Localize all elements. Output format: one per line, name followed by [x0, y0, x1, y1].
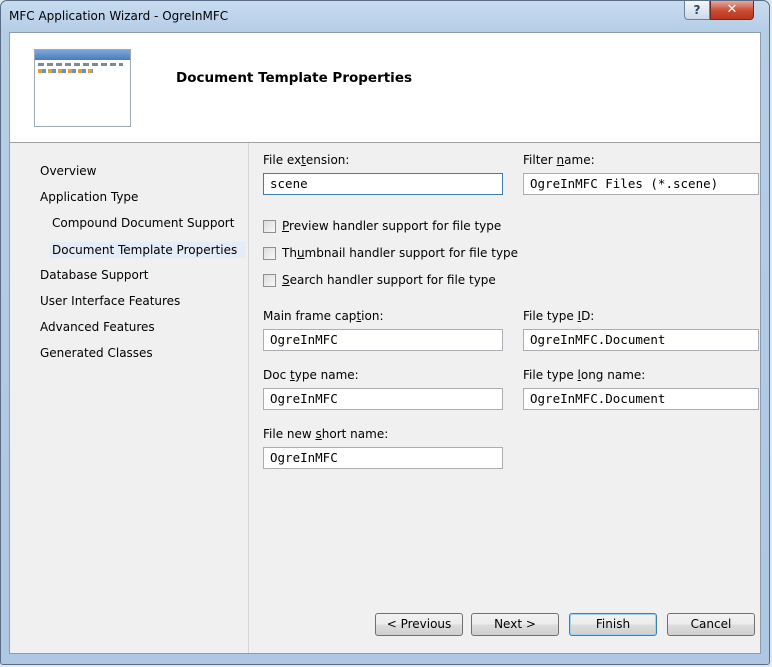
wizard-window: MFC Application Wizard - OgreInMFC ? ✕ D… — [0, 0, 770, 665]
checkbox-box[interactable] — [263, 220, 276, 233]
help-icon: ? — [693, 3, 701, 17]
doc-type-name-label: Doc type name: — [263, 368, 359, 382]
checkbox-box[interactable] — [263, 247, 276, 260]
nav-item-overview[interactable]: Overview — [40, 164, 97, 178]
file-extension-input[interactable]: scene — [263, 173, 503, 195]
wizard-header: Document Template Properties — [10, 33, 760, 143]
filter-name-input[interactable]: OgreInMFC Files (*.scene) — [523, 173, 759, 195]
close-button[interactable]: ✕ — [710, 1, 754, 20]
nav-item-generated-classes[interactable]: Generated Classes — [40, 346, 153, 360]
wizard-client-area: Document Template Properties Overview Ap… — [9, 32, 761, 654]
checkbox-label: Thumbnail handler support for file type — [282, 246, 519, 260]
file-type-long-name-input[interactable]: OgreInMFC.Document — [523, 388, 759, 410]
file-type-id-label: File type ID: — [523, 309, 595, 323]
app-preview-icon — [34, 49, 131, 127]
file-extension-label: File extension: — [263, 153, 350, 167]
file-new-short-name-input[interactable]: OgreInMFC — [263, 447, 503, 469]
file-type-id-input[interactable]: OgreInMFC.Document — [523, 329, 759, 351]
file-new-short-name-label: File new short name: — [263, 427, 389, 441]
help-button[interactable]: ? — [684, 1, 710, 20]
nav-item-document-template-properties[interactable]: Document Template Properties — [50, 242, 246, 258]
nav-item-compound-document-support[interactable]: Compound Document Support — [52, 216, 234, 230]
close-icon: ✕ — [726, 2, 738, 17]
checkbox-label: Search handler support for file type — [282, 273, 496, 287]
filter-name-label: Filter name: — [523, 153, 595, 167]
main-frame-caption-input[interactable]: OgreInMFC — [263, 329, 503, 351]
wizard-content: File extension: scene Filter name: OgreI… — [249, 143, 760, 653]
finish-button[interactable]: Finish — [569, 613, 657, 636]
nav-item-user-interface-features[interactable]: User Interface Features — [40, 294, 180, 308]
nav-item-database-support[interactable]: Database Support — [40, 268, 149, 282]
next-button[interactable]: Next > — [471, 613, 559, 636]
main-frame-caption-label: Main frame caption: — [263, 309, 384, 323]
previous-button[interactable]: < Previous — [375, 613, 463, 636]
doc-type-name-input[interactable]: OgreInMFC — [263, 388, 503, 410]
title-bar[interactable]: MFC Application Wizard - OgreInMFC ? ✕ — [1, 1, 769, 31]
file-type-long-name-label: File type long name: — [523, 368, 646, 382]
nav-item-application-type[interactable]: Application Type — [40, 190, 138, 204]
wizard-nav: Overview Application Type Compound Docum… — [10, 143, 249, 653]
page-title: Document Template Properties — [176, 70, 413, 86]
checkbox-label: Preview handler support for file type — [282, 219, 502, 233]
cancel-button[interactable]: Cancel — [667, 613, 755, 636]
checkbox-box[interactable] — [263, 274, 276, 287]
nav-item-advanced-features[interactable]: Advanced Features — [40, 320, 155, 334]
window-title: MFC Application Wizard - OgreInMFC — [9, 9, 229, 23]
